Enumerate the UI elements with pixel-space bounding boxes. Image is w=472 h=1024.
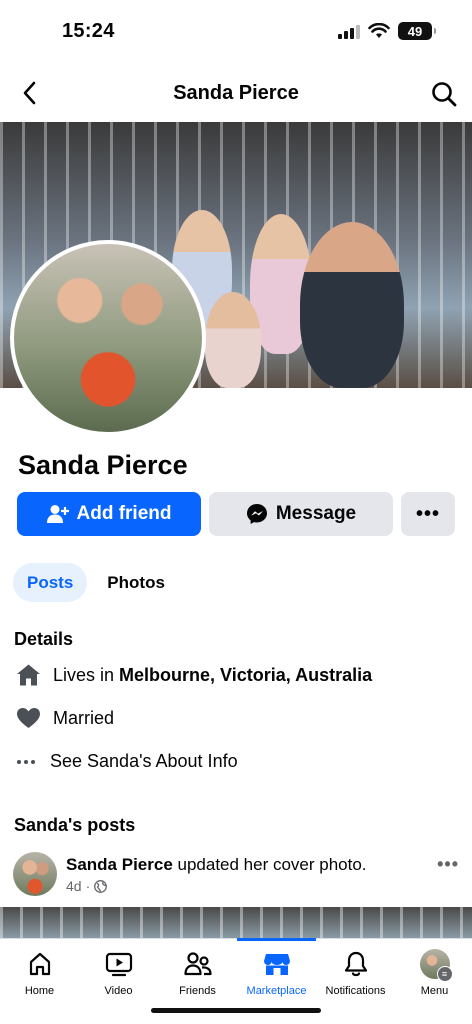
posts-heading: Sanda's posts xyxy=(14,815,136,835)
search-button[interactable] xyxy=(428,78,460,110)
globe-icon xyxy=(94,879,108,893)
page-title: Sanda Pierce xyxy=(173,81,299,104)
lives-in-label: Lives in xyxy=(53,664,115,685)
more-dots-icon xyxy=(17,759,35,764)
add-friend-button[interactable]: Add friend xyxy=(17,492,201,536)
post-author-name[interactable]: Sanda Pierce xyxy=(66,855,173,874)
home-icon xyxy=(29,952,50,976)
message-label: Message xyxy=(275,503,357,524)
post-age[interactable]: 4d xyxy=(66,878,82,894)
nav-notifications[interactable]: Notifications xyxy=(316,939,395,1001)
top-header: Sanda Pierce xyxy=(0,66,472,120)
nav-label: Menu xyxy=(420,985,449,997)
post-image[interactable] xyxy=(0,907,472,941)
add-friend-label: Add friend xyxy=(76,503,172,524)
home-indicator xyxy=(151,1008,321,1013)
profile-actions: Add friend Message ••• xyxy=(17,492,455,536)
profile-name: Sanda Pierce xyxy=(18,450,188,480)
status-time: 15:24 xyxy=(62,20,115,42)
status-icons: 49 xyxy=(338,22,436,40)
relationship-status: Married xyxy=(53,707,115,728)
profile-avatar[interactable] xyxy=(10,240,206,436)
nav-label: Marketplace xyxy=(246,985,307,997)
nav-label: Video xyxy=(104,985,133,997)
add-person-icon xyxy=(46,505,69,523)
meta-separator: · xyxy=(85,878,91,894)
marketplace-icon xyxy=(263,954,290,975)
home-icon xyxy=(17,664,40,686)
nav-marketplace[interactable]: Marketplace xyxy=(237,938,316,1001)
post-action-text: updated her cover photo. xyxy=(172,855,367,874)
profile-tabs: Posts Photos xyxy=(13,563,179,602)
nav-label: Notifications xyxy=(325,985,386,997)
post-meta: 4d · xyxy=(66,878,108,894)
status-bar: 15:24 49 xyxy=(0,0,472,62)
cellular-signal-icon xyxy=(338,23,360,39)
detail-lives-in: Lives in Melbourne, Victoria, Australia xyxy=(16,663,372,687)
nav-label: Home xyxy=(24,985,55,997)
back-button[interactable] xyxy=(14,78,44,108)
video-icon xyxy=(105,952,132,977)
post-author-avatar[interactable] xyxy=(13,852,57,896)
post-headline: Sanda Pierce updated her cover photo. xyxy=(66,855,367,875)
post-header: Sanda Pierce updated her cover photo. 4d… xyxy=(13,852,461,898)
battery-icon: 49 xyxy=(398,22,436,40)
nav-home[interactable]: Home xyxy=(0,939,79,1001)
friends-icon xyxy=(183,952,212,976)
post-more-button[interactable]: ••• xyxy=(437,854,459,875)
about-info-label: See Sanda's About Info xyxy=(50,751,238,771)
nav-label: Friends xyxy=(179,985,216,997)
nav-menu[interactable]: Menu xyxy=(395,939,472,1001)
about-info-link[interactable]: See Sanda's About Info xyxy=(16,751,238,772)
bell-icon xyxy=(344,951,367,977)
messenger-icon xyxy=(246,504,267,524)
message-button[interactable]: Message xyxy=(209,492,393,536)
search-icon xyxy=(432,82,457,107)
location-text[interactable]: Melbourne, Victoria, Australia xyxy=(119,665,372,685)
menu-avatar xyxy=(419,949,453,982)
chevron-left-icon xyxy=(23,81,36,105)
nav-video[interactable]: Video xyxy=(79,939,158,1001)
tab-photos[interactable]: Photos xyxy=(93,563,179,602)
tab-posts[interactable]: Posts xyxy=(13,563,88,602)
nav-friends[interactable]: Friends xyxy=(158,939,237,1001)
detail-relationship: Married xyxy=(16,707,114,729)
wifi-icon xyxy=(368,23,390,38)
details-heading: Details xyxy=(14,629,74,649)
more-options-button[interactable]: ••• xyxy=(401,492,455,536)
heart-icon xyxy=(17,708,40,728)
